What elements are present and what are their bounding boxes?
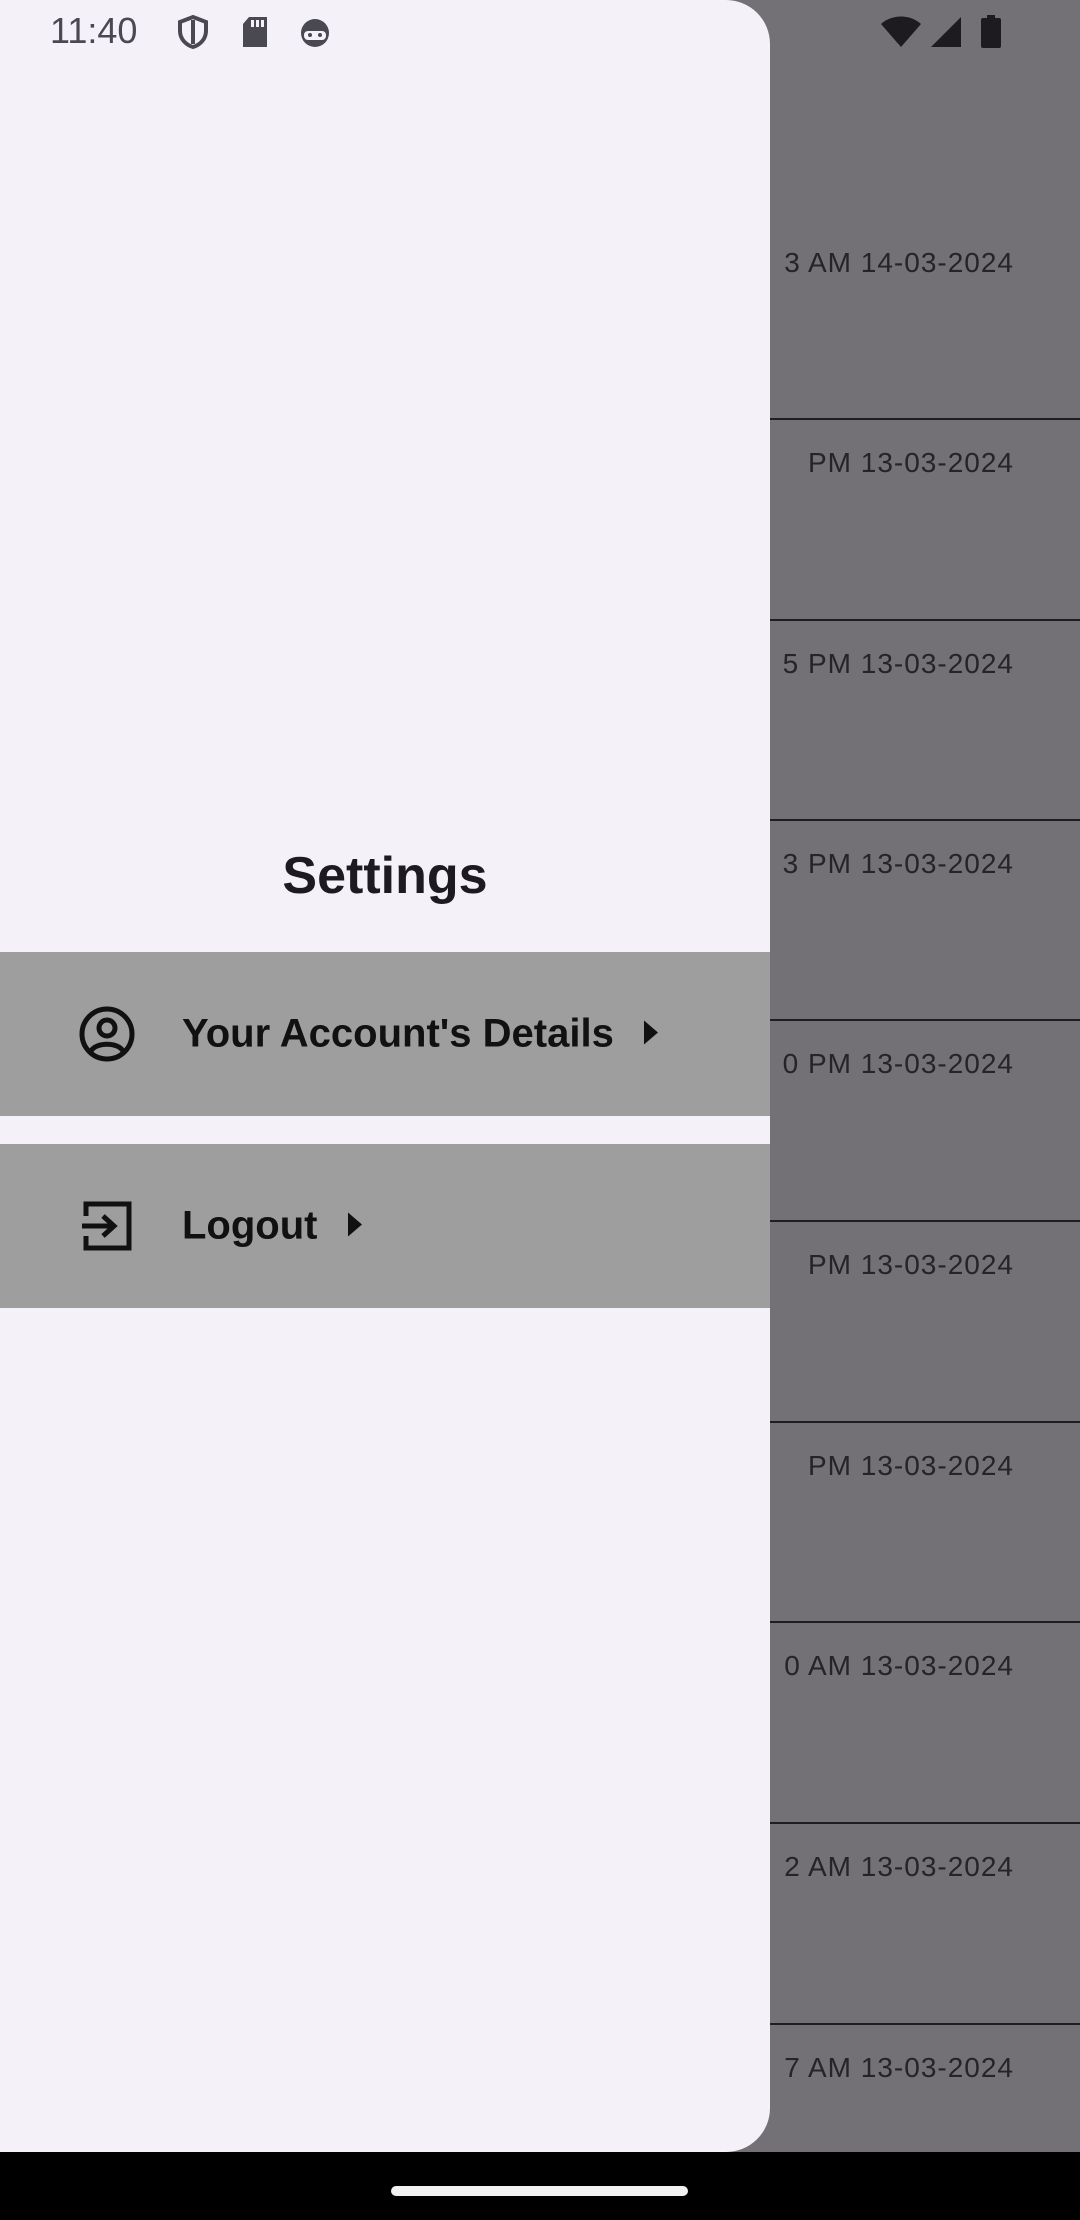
list-item-timestamp: 7 AM 13-03-2024 xyxy=(784,2052,1014,2083)
wifi-icon xyxy=(880,14,922,50)
logout-icon xyxy=(77,1196,137,1256)
drawer-title: Settings xyxy=(282,847,488,905)
list-item-timestamp: PM 13-03-2024 xyxy=(807,447,1014,478)
logout-button[interactable]: Logout xyxy=(0,1144,770,1308)
status-time: 11:40 xyxy=(50,10,138,51)
list-item-timestamp: 0 AM 13-03-2024 xyxy=(784,1650,1014,1681)
list-item-timestamp: 3 PM 13-03-2024 xyxy=(782,848,1014,879)
arrow-right-icon xyxy=(643,1020,658,1045)
home-gesture-handle[interactable] xyxy=(391,2186,688,2196)
android-face-icon xyxy=(297,14,333,50)
navigation-drawer: Settings Your Account's Details Logout xyxy=(0,0,770,2152)
shield-icon xyxy=(175,14,211,50)
list-item-timestamp: 5 PM 13-03-2024 xyxy=(782,648,1014,679)
sd-card-icon xyxy=(237,14,273,50)
status-bar: 11:40 xyxy=(0,0,1080,66)
list-item-timestamp: PM 13-03-2024 xyxy=(807,1249,1014,1280)
list-item-timestamp: PM 13-03-2024 xyxy=(807,1450,1014,1481)
logout-label: Logout xyxy=(182,1204,362,1249)
list-item-timestamp: 3 AM 14-03-2024 xyxy=(784,247,1014,278)
account-details-button[interactable]: Your Account's Details xyxy=(0,952,770,1116)
signal-icon xyxy=(928,14,964,50)
list-item-timestamp: 2 AM 13-03-2024 xyxy=(784,1851,1014,1882)
account-details-label: Your Account's Details xyxy=(182,1012,658,1057)
battery-icon xyxy=(978,14,1004,50)
account-circle-icon xyxy=(77,1004,137,1064)
arrow-right-icon xyxy=(347,1212,362,1237)
list-item-timestamp: 0 PM 13-03-2024 xyxy=(782,1048,1014,1079)
navigation-bar xyxy=(0,2152,1080,2220)
